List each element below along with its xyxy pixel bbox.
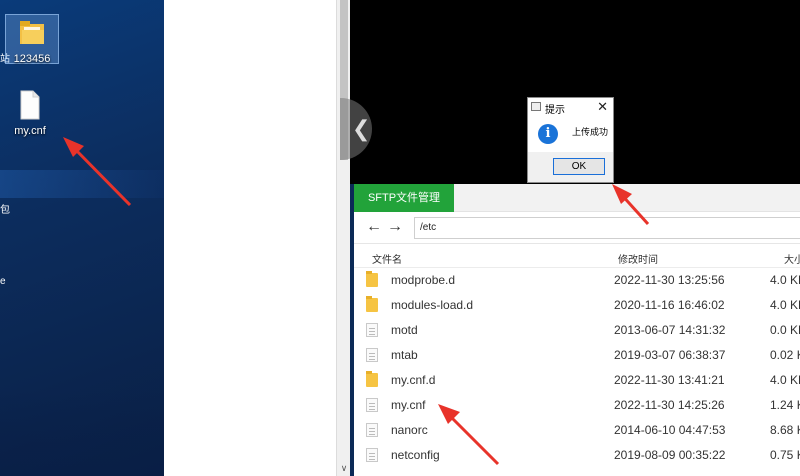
file-list: modprobe.d 2022-11-30 13:25:56 4.0 KB mo…: [354, 268, 800, 468]
file-name: netconfig: [391, 448, 440, 462]
file-name: my.cnf.d: [391, 373, 436, 387]
file-modified: 2022-11-30 13:25:56: [614, 273, 725, 287]
file-size: 0.0 KB: [770, 323, 800, 337]
path-input[interactable]: /etc: [414, 217, 800, 239]
window-icon: [531, 102, 541, 111]
message-dialog: 提示 ✕ i 上传成功 OK: [527, 97, 614, 183]
file-modified: 2019-03-07 06:38:37: [614, 348, 726, 362]
desktop-icon-label: 123456: [13, 53, 51, 65]
column-header-size[interactable]: 大小: [784, 251, 800, 266]
table-row[interactable]: motd 2013-06-07 14:31:32 0.0 KB: [354, 318, 800, 343]
desktop-edge-text: 包: [0, 205, 10, 216]
file-size: 4.0 KB: [770, 298, 800, 312]
vertical-scrollbar[interactable]: ∨: [336, 0, 350, 476]
file-modified: 2013-06-07 14:31:32: [614, 323, 726, 337]
dialog-message: 上传成功: [572, 127, 609, 137]
desktop-icon-label: my.cnf: [14, 125, 46, 137]
file-icon: [20, 90, 40, 120]
file-modified: 2014-06-10 04:47:53: [614, 423, 726, 437]
desktop-edge-text: e: [0, 276, 6, 287]
dialog-title: 提示: [545, 105, 565, 116]
file-name: nanorc: [391, 423, 428, 437]
folder-icon: [20, 21, 44, 44]
table-row[interactable]: modprobe.d 2022-11-30 13:25:56 4.0 KB: [354, 268, 800, 293]
table-row[interactable]: nanorc 2014-06-10 04:47:53 8.68 KB: [354, 418, 800, 443]
file-size: 4.0 KB: [770, 373, 800, 387]
tab-sftp[interactable]: SFTP文件管理: [354, 184, 454, 212]
file-icon: [366, 398, 378, 412]
file-name: modprobe.d: [391, 273, 456, 287]
file-name: my.cnf: [391, 398, 426, 412]
file-name: mtab: [391, 348, 418, 362]
file-name: motd: [391, 323, 418, 337]
ok-button[interactable]: OK: [553, 158, 605, 175]
collapse-panel-icon[interactable]: ❮: [340, 98, 372, 160]
forward-arrow-icon[interactable]: →: [387, 218, 403, 236]
path-bar: ← → /etc: [354, 212, 800, 244]
file-name: modules-load.d: [391, 298, 474, 312]
folder-icon: [366, 371, 378, 387]
info-icon: i: [538, 124, 558, 144]
file-size: 0.02 KB: [770, 348, 800, 362]
file-modified: 2019-08-09 00:35:22: [614, 448, 726, 462]
dialog-titlebar: 提示 ✕: [528, 98, 613, 116]
table-row[interactable]: my.cnf 2022-11-30 14:25:26 1.24 KB: [354, 393, 800, 418]
dialog-footer: OK: [528, 152, 613, 182]
file-modified: 2022-11-30 14:25:26: [614, 398, 725, 412]
folder-icon: [366, 271, 378, 287]
desktop: 站 包 e 123456 my.cnf: [0, 0, 164, 476]
wallpaper-shade: [0, 390, 164, 470]
file-icon: [366, 323, 378, 337]
file-size: 4.0 KB: [770, 273, 800, 287]
desktop-icon-my-cnf[interactable]: my.cnf: [3, 90, 57, 140]
scroll-down-icon[interactable]: ∨: [337, 463, 351, 474]
blank-panel: [164, 0, 336, 476]
file-size: 1.24 KB: [770, 398, 800, 412]
table-row[interactable]: mtab 2019-03-07 06:38:37 0.02 KB: [354, 343, 800, 368]
file-list-header: 文件名 修改时间 大小: [354, 244, 800, 268]
file-icon: [366, 448, 378, 462]
sftp-panel: SFTP文件管理 ← → /etc 文件名 修改时间 大小 modprobe.d…: [354, 184, 800, 476]
table-row[interactable]: netconfig 2019-08-09 00:35:22 0.75 KB: [354, 443, 800, 468]
file-modified: 2022-11-30 13:41:21: [614, 373, 725, 387]
file-size: 0.75 KB: [770, 448, 800, 462]
column-header-name[interactable]: 文件名: [372, 251, 402, 266]
folder-icon: [366, 296, 378, 312]
column-header-modified[interactable]: 修改时间: [618, 251, 658, 266]
tab-strip: SFTP文件管理: [354, 184, 800, 212]
desktop-icon-123456[interactable]: 123456: [5, 14, 59, 65]
file-icon: [366, 423, 378, 437]
wallpaper-streak: [0, 170, 164, 198]
file-icon: [366, 348, 378, 362]
file-size: 8.68 KB: [770, 423, 800, 437]
table-row[interactable]: my.cnf.d 2022-11-30 13:41:21 4.0 KB: [354, 368, 800, 393]
close-icon[interactable]: ✕: [597, 99, 608, 115]
back-arrow-icon[interactable]: ←: [366, 218, 382, 236]
file-modified: 2020-11-16 16:46:02: [614, 298, 725, 312]
table-row[interactable]: modules-load.d 2020-11-16 16:46:02 4.0 K…: [354, 293, 800, 318]
